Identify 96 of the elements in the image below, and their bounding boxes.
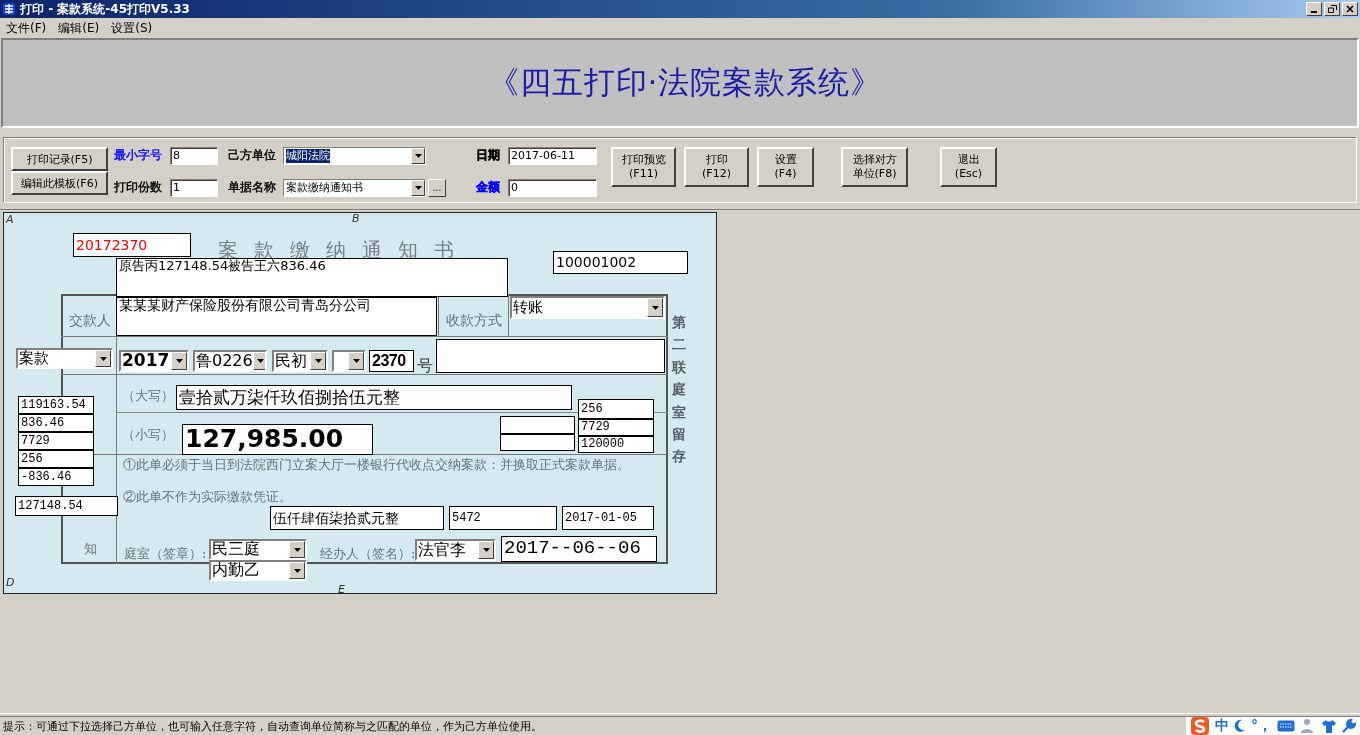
- dropdown-arrow-icon: [414, 154, 422, 158]
- input-field[interactable]: 2017-01-05: [562, 506, 654, 530]
- form-label: E: [338, 584, 345, 597]
- browse-button[interactable]: ...: [428, 179, 446, 197]
- minimize-button[interactable]: [1306, 2, 1322, 16]
- input-field[interactable]: 5472: [449, 506, 557, 530]
- status-text: 提示：可通过下拉选择己方单位，也可输入任意字符，自动查询单位简称与之匹配的单位，作为己方单位使用。: [2, 718, 542, 734]
- form-label: 经办人（签名）:: [320, 547, 416, 562]
- form-label: ②此单不作为实际缴款凭证。: [123, 490, 292, 505]
- dropdown-arrow-icon: [352, 359, 360, 363]
- form-label: 庭室（签章）:: [124, 547, 207, 562]
- input-field[interactable]: [500, 416, 575, 434]
- dropdown-arrow-icon: [293, 547, 301, 552]
- dropdown-arrow-icon: [651, 305, 659, 310]
- dropdown-arrow-icon: [414, 186, 422, 190]
- wrench-icon[interactable]: [1342, 719, 1356, 733]
- input-field[interactable]: 100001002: [553, 251, 688, 274]
- input-field[interactable]: 伍仟肆佰柒拾贰元整: [270, 506, 444, 530]
- dropdown-field[interactable]: 民三庭: [209, 539, 307, 560]
- input-field[interactable]: 1: [170, 179, 218, 197]
- banner-title: 《四五打印·法院案款系统》: [487, 63, 883, 102]
- form-label: 收款方式: [446, 313, 502, 329]
- input-field[interactable]: 2017-06-11: [508, 147, 597, 165]
- close-icon: [1346, 5, 1354, 13]
- keyboard-icon[interactable]: [1277, 720, 1295, 732]
- language-indicator[interactable]: 中: [1215, 717, 1229, 735]
- input-field[interactable]: 原告丙127148.54被告王六836.46: [116, 258, 508, 297]
- moon-icon[interactable]: [1234, 719, 1246, 733]
- input-field[interactable]: 119163.54: [18, 396, 94, 414]
- dropdown-field[interactable]: 内勤乙: [209, 560, 307, 581]
- input-field[interactable]: 0: [508, 179, 597, 197]
- field-label: 日期: [476, 147, 501, 163]
- dropdown-field[interactable]: 2017: [119, 350, 189, 372]
- dropdown-field[interactable]: 案款缴纳通知书: [283, 179, 426, 197]
- field-label: 打印份数: [114, 179, 163, 195]
- toolbar-button[interactable]: 选择对方 单位(F8): [841, 147, 908, 187]
- menu-item[interactable]: 文件(F): [6, 19, 47, 37]
- input-field[interactable]: 7729: [578, 419, 654, 436]
- input-field[interactable]: 127,985.00: [182, 424, 373, 455]
- punctuation-indicator[interactable]: °，: [1251, 717, 1272, 735]
- input-field[interactable]: 256: [18, 450, 94, 468]
- dropdown-field[interactable]: 鲁0226: [193, 350, 267, 372]
- dropdown-arrow-icon: [482, 548, 490, 552]
- form-label: D: [6, 577, 15, 590]
- field-label: 单据名称: [228, 179, 277, 195]
- form-label: （小写）: [122, 428, 174, 443]
- close-button[interactable]: [1342, 2, 1358, 16]
- restore-button[interactable]: [1324, 2, 1340, 16]
- input-field[interactable]: [436, 339, 665, 373]
- toolbar-button[interactable]: 打印预览 (F11): [611, 147, 676, 187]
- field-label: 己方单位: [228, 147, 277, 163]
- dropdown-arrow-icon: [314, 359, 322, 363]
- dropdown-arrow-icon: [293, 568, 301, 573]
- menu-item[interactable]: 设置(S): [111, 19, 153, 37]
- input-field[interactable]: 256: [578, 399, 654, 419]
- input-field[interactable]: 2370: [369, 350, 414, 372]
- field-label: 最小字号: [114, 147, 163, 163]
- dropdown-field[interactable]: 案款: [16, 348, 113, 369]
- dropdown-arrow-icon: [175, 359, 183, 363]
- dropdown-field[interactable]: 转账: [510, 296, 665, 319]
- form-label: ①此单必须于当日到法院西门立案大厅一楼银行代收点交纳案款：并换取正式案款单据。: [123, 458, 630, 473]
- form-label: 交款人: [69, 313, 111, 329]
- toolbar-button[interactable]: 退出 (Esc): [940, 147, 997, 187]
- form-label: A: [6, 214, 14, 227]
- input-field[interactable]: -836.46: [18, 468, 94, 486]
- toolbar-button[interactable]: 打印记录(F5): [11, 147, 108, 171]
- field-label: 金额: [476, 179, 501, 195]
- form-label: （大写）: [122, 389, 174, 404]
- input-field[interactable]: 120000: [578, 436, 654, 453]
- input-field[interactable]: 2017--06--06: [501, 536, 657, 562]
- form-label: 知: [84, 542, 97, 557]
- dropdown-field[interactable]: [332, 350, 366, 372]
- shirt-icon[interactable]: [1321, 719, 1337, 733]
- input-field[interactable]: 8: [170, 147, 218, 165]
- input-field[interactable]: 某某某财产保险股份有限公司青岛分公司: [116, 297, 437, 336]
- toolbar-button[interactable]: 编辑此模板(F6): [11, 171, 108, 195]
- dropdown-field[interactable]: 民初: [272, 350, 328, 372]
- form-label: B: [352, 213, 360, 226]
- dropdown-arrow-icon: [99, 356, 107, 361]
- form-label: 第二联庭室留存: [672, 313, 686, 467]
- menu-item[interactable]: 编辑(E): [58, 19, 100, 37]
- input-field[interactable]: 7729: [18, 432, 94, 450]
- window-title: 打印 - 案款系统-45打印V5.33: [20, 0, 190, 18]
- input-field[interactable]: 壹拾贰万柒仟玖佰捌拾伍元整: [176, 385, 572, 410]
- dropdown-field[interactable]: 法官李: [415, 539, 496, 561]
- toolbar-button[interactable]: 打印 (F12): [684, 147, 749, 187]
- dropdown-field[interactable]: 城阳法院: [283, 147, 426, 165]
- dropdown-arrow-icon: [257, 359, 265, 363]
- toolbar-button[interactable]: 设置 (F4): [757, 147, 814, 187]
- form-label: 号: [417, 357, 433, 375]
- input-field[interactable]: 836.46: [18, 414, 94, 432]
- input-field[interactable]: 20172370: [73, 233, 191, 257]
- app-icon: [2, 2, 16, 16]
- input-field[interactable]: [500, 434, 575, 451]
- restore-icon: [1327, 5, 1337, 13]
- input-field[interactable]: 127148.54: [15, 496, 118, 516]
